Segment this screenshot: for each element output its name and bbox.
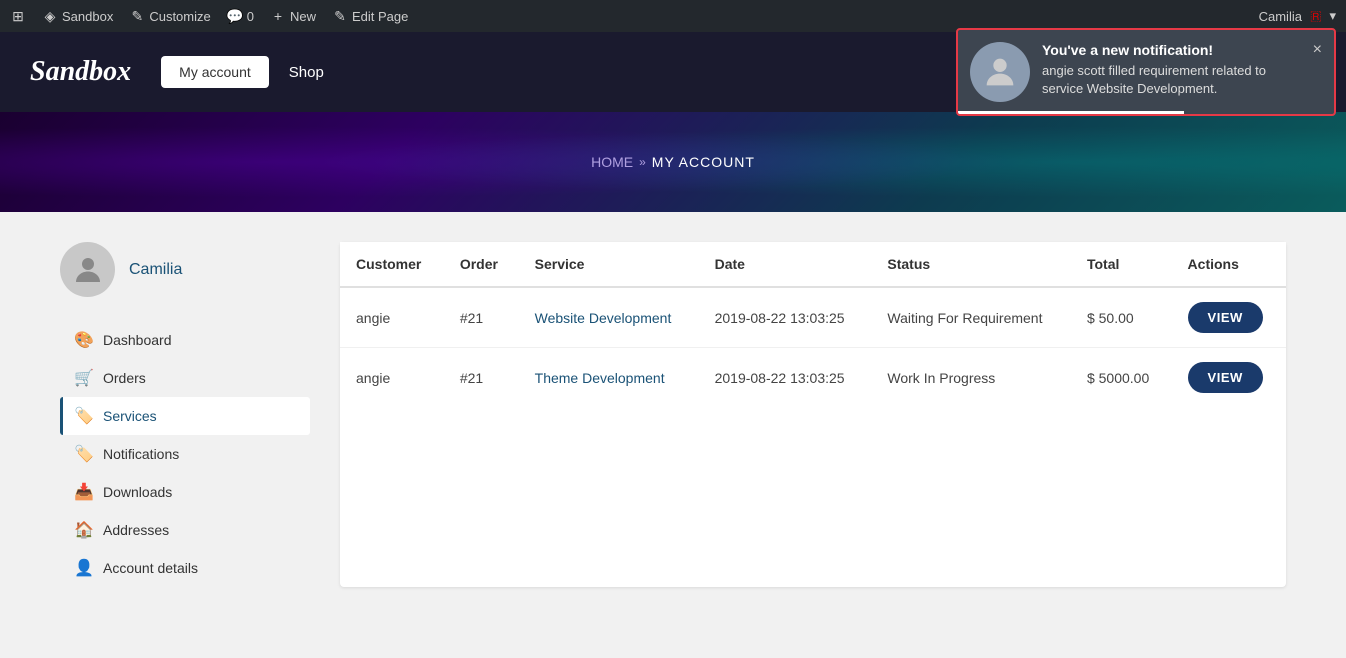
cell-order: #21 (444, 348, 519, 408)
view-button-2[interactable]: VIEW (1188, 362, 1263, 393)
site-icon: ◈ (42, 8, 58, 24)
comments-icon: 💬 (227, 8, 243, 24)
col-service: Service (519, 242, 699, 287)
notifications-icon: 🏷️ (75, 445, 93, 463)
sidebar-username[interactable]: Camilia (129, 261, 182, 279)
cell-service: Website Development (519, 287, 699, 348)
sidebar-item-orders-label: Orders (103, 370, 146, 386)
sidebar-item-notifications[interactable]: 🏷️ Notifications (60, 435, 310, 473)
sidebar-item-addresses[interactable]: 🏠 Addresses (60, 511, 310, 549)
shop-link[interactable]: Shop (289, 64, 324, 81)
dashboard-icon: 🎨 (75, 331, 93, 349)
user-avatar-icon (70, 252, 106, 288)
cell-date: 2019-08-22 13:03:25 (699, 287, 872, 348)
sidebar-item-downloads[interactable]: 📥 Downloads (60, 473, 310, 511)
sidebar-user: Camilia (60, 242, 310, 297)
admin-user-flag: 🇷 (1310, 8, 1322, 24)
notif-avatar (970, 42, 1030, 102)
cell-actions: VIEW (1172, 348, 1286, 408)
breadcrumb-home[interactable]: HOME (591, 154, 633, 170)
notif-close-button[interactable]: × (1313, 42, 1322, 58)
cell-service: Theme Development (519, 348, 699, 408)
orders-table-area: Customer Order Service Date Status Total… (340, 242, 1286, 587)
cell-total: $ 50.00 (1071, 287, 1172, 348)
comments-item[interactable]: 💬 0 (227, 8, 254, 24)
cell-status: Work In Progress (871, 348, 1071, 408)
cell-actions: VIEW (1172, 287, 1286, 348)
notif-content: You've a new notification! angie scott f… (1042, 42, 1301, 98)
admin-user-icon: ▾ (1329, 8, 1336, 24)
cell-customer: angie (340, 287, 444, 348)
notif-progress-bar (958, 111, 1184, 114)
addresses-icon: 🏠 (75, 521, 93, 539)
col-actions: Actions (1172, 242, 1286, 287)
sidebar-item-account-details-label: Account details (103, 560, 198, 576)
account-details-icon: 👤 (75, 559, 93, 577)
cell-customer: angie (340, 348, 444, 408)
main-content: Camilia 🎨 Dashboard 🛒 Orders 🏷️ Services… (0, 212, 1346, 617)
comments-count: 0 (247, 9, 254, 24)
view-button-1[interactable]: VIEW (1188, 302, 1263, 333)
my-account-button[interactable]: My account (161, 56, 269, 88)
wp-icon: ⊞ (10, 8, 26, 24)
hero-banner: HOME » MY ACCOUNT (0, 112, 1346, 212)
sidebar-item-services[interactable]: 🏷️ Services (60, 397, 310, 435)
notif-title: You've a new notification! (1042, 42, 1301, 58)
table-row: angie #21 Website Development 2019-08-22… (340, 287, 1286, 348)
sidebar: Camilia 🎨 Dashboard 🛒 Orders 🏷️ Services… (60, 242, 340, 587)
sidebar-item-account-details[interactable]: 👤 Account details (60, 549, 310, 587)
new-label: New (290, 9, 316, 24)
sidebar-avatar (60, 242, 115, 297)
edit-page-item[interactable]: ✎ Edit Page (332, 8, 408, 24)
services-icon: 🏷️ (75, 407, 93, 425)
cell-date: 2019-08-22 13:03:25 (699, 348, 872, 408)
breadcrumb-current: MY ACCOUNT (652, 154, 755, 170)
col-status: Status (871, 242, 1071, 287)
service-link[interactable]: Website Development (535, 310, 672, 326)
site-logo[interactable]: Sandbox (30, 56, 131, 88)
cell-status: Waiting For Requirement (871, 287, 1071, 348)
sidebar-item-downloads-label: Downloads (103, 484, 172, 500)
sidebar-item-addresses-label: Addresses (103, 522, 169, 538)
admin-bar-right: Camilia 🇷 ▾ (1259, 8, 1336, 24)
orders-table: Customer Order Service Date Status Total… (340, 242, 1286, 407)
admin-username[interactable]: Camilia (1259, 9, 1302, 24)
admin-bar: ⊞ ◈ Sandbox ✎ Customize 💬 0 + New ✎ Edit… (0, 0, 1346, 32)
downloads-icon: 📥 (75, 483, 93, 501)
customize-label: Customize (149, 9, 210, 24)
notif-message: angie scott filled requirement related t… (1042, 62, 1301, 98)
orders-icon: 🛒 (75, 369, 93, 387)
col-customer: Customer (340, 242, 444, 287)
notif-user-icon (980, 52, 1020, 92)
notification-popup: You've a new notification! angie scott f… (956, 28, 1336, 116)
sidebar-nav: 🎨 Dashboard 🛒 Orders 🏷️ Services 🏷️ Noti… (60, 321, 310, 587)
wp-logo-item[interactable]: ⊞ (10, 8, 26, 24)
col-order: Order (444, 242, 519, 287)
new-icon: + (270, 8, 286, 24)
customize-item[interactable]: ✎ Customize (129, 8, 210, 24)
service-link[interactable]: Theme Development (535, 370, 665, 386)
cell-total: $ 5000.00 (1071, 348, 1172, 408)
site-name-label: Sandbox (62, 9, 113, 24)
edit-icon: ✎ (332, 8, 348, 24)
breadcrumb-separator: » (639, 155, 646, 169)
sidebar-item-notifications-label: Notifications (103, 446, 179, 462)
sidebar-item-dashboard-label: Dashboard (103, 332, 172, 348)
col-total: Total (1071, 242, 1172, 287)
table-header-row: Customer Order Service Date Status Total… (340, 242, 1286, 287)
sidebar-item-dashboard[interactable]: 🎨 Dashboard (60, 321, 310, 359)
sidebar-item-orders[interactable]: 🛒 Orders (60, 359, 310, 397)
site-name-item[interactable]: ◈ Sandbox (42, 8, 113, 24)
edit-page-label: Edit Page (352, 9, 408, 24)
table-row: angie #21 Theme Development 2019-08-22 1… (340, 348, 1286, 408)
sidebar-item-services-label: Services (103, 408, 157, 424)
customize-icon: ✎ (129, 8, 145, 24)
col-date: Date (699, 242, 872, 287)
cell-order: #21 (444, 287, 519, 348)
breadcrumb: HOME » MY ACCOUNT (591, 154, 755, 170)
new-item[interactable]: + New (270, 8, 316, 24)
